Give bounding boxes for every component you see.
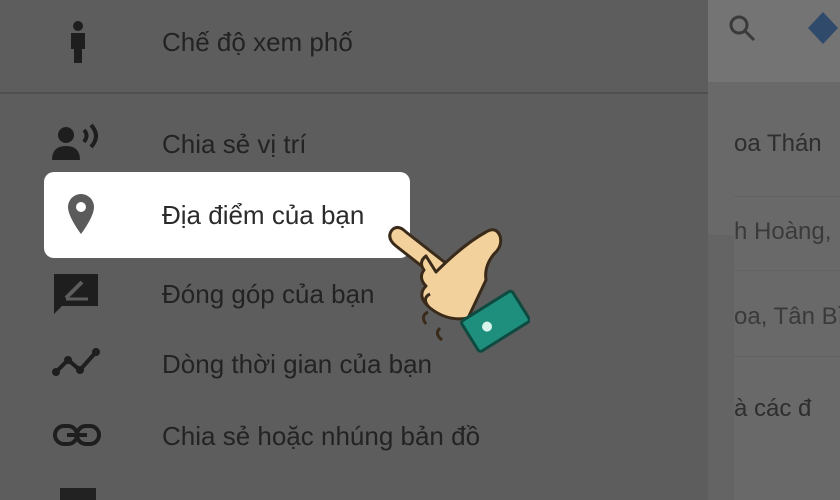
menu-label: Địa điểm của bạn [162,200,365,230]
map-result-text: oa Thán [734,130,822,157]
contribute-icon [52,272,102,316]
map-divider [734,356,840,357]
side-drawer: Chế độ xem phố Chia sẻ vị trí Địa điểm c… [0,0,708,500]
pointing-hand-icon [380,220,531,360]
map-result-text: à các đ [734,395,812,422]
menu-item-your-places[interactable]: Địa điểm của bạn [44,172,410,258]
menu-item-street-view[interactable]: Chế độ xem phố [0,10,708,74]
menu-label: Chia sẻ vị trí [162,129,307,159]
menu-label: Chế độ xem phố [162,27,353,57]
menu-item-contributions[interactable]: Đóng góp của bạn [0,262,708,326]
menu-divider [0,92,708,94]
map-scroll-area [708,235,734,500]
menu-label: Chia sẻ hoặc nhúng bản đồ [162,421,481,451]
map-result-text: h Hoàng, [734,218,832,245]
menu-label: Đóng góp của bạn [162,279,375,309]
link-icon [52,414,102,458]
menu-item-timeline[interactable]: Dòng thời gian của bạn [0,332,708,396]
partial-menu-icon [60,488,96,500]
map-divider [734,270,840,271]
search-icon[interactable] [728,14,758,44]
place-pin-icon [56,192,106,236]
menu-item-share-embed[interactable]: Chia sẻ hoặc nhúng bản đồ [0,404,708,468]
map-result-text: oa, Tân Bì [734,303,840,330]
timeline-icon [52,342,102,386]
share-location-icon [52,122,102,166]
menu-item-share-location[interactable]: Chia sẻ vị trí [0,112,708,176]
directions-icon[interactable] [806,8,840,48]
pegman-icon [52,20,102,64]
map-divider [734,196,840,197]
